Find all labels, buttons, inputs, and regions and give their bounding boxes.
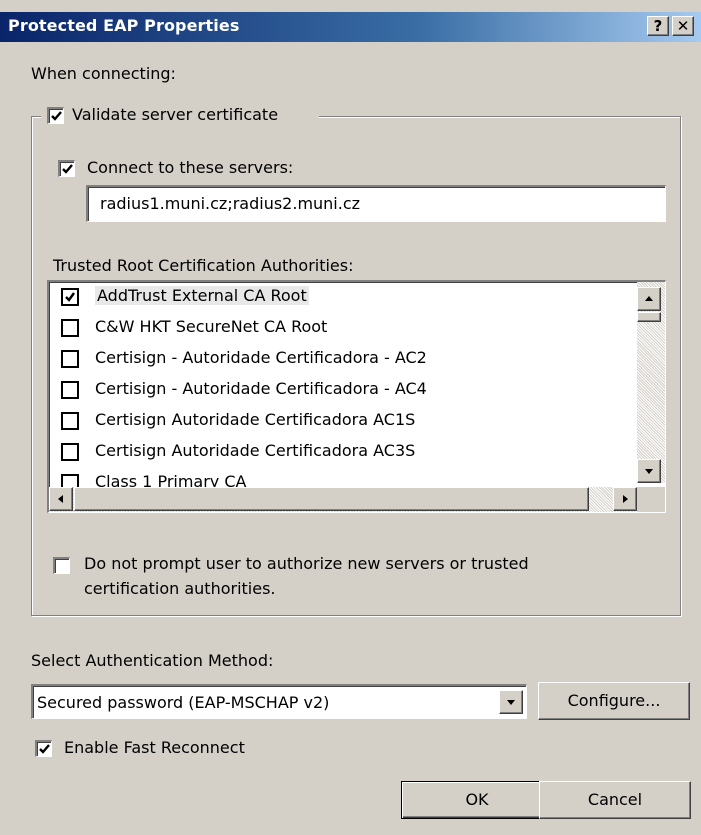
- ca-checkbox[interactable]: [61, 443, 79, 461]
- do-not-prompt-label-line1[interactable]: Do not prompt user to authorize new serv…: [84, 554, 529, 573]
- scroll-down-button[interactable]: [637, 459, 661, 483]
- arrow-up-icon: [645, 296, 653, 301]
- ca-label: AddTrust External CA Root: [95, 286, 309, 305]
- do-not-prompt-label-line2[interactable]: certification authorities.: [84, 579, 276, 598]
- fast-reconnect-checkbox[interactable]: [35, 740, 52, 757]
- configure-button[interactable]: Configure...: [538, 682, 690, 720]
- checkmark-icon: [51, 111, 62, 121]
- protected-eap-properties-dialog: Protected EAP Properties ? ✕ When connec…: [0, 0, 701, 835]
- auth-method-value: Secured password (EAP-MSCHAP v2): [37, 693, 330, 712]
- arrow-down-icon: [645, 469, 653, 474]
- scroll-thumb-horizontal[interactable]: [74, 487, 589, 511]
- scroll-thumb-vertical[interactable]: [637, 312, 661, 322]
- close-icon: ✕: [676, 17, 690, 35]
- checkmark-icon: [39, 744, 50, 754]
- validate-server-certificate-checkbox[interactable]: [47, 107, 64, 124]
- close-button[interactable]: ✕: [672, 16, 694, 36]
- trusted-root-label: Trusted Root Certification Authorities:: [53, 256, 354, 275]
- ca-checkbox[interactable]: [61, 381, 79, 399]
- auth-method-label: Select Authentication Method:: [31, 651, 274, 670]
- ca-checkbox[interactable]: [61, 350, 79, 368]
- ca-checkbox[interactable]: [61, 319, 79, 337]
- arrow-left-icon: [58, 495, 63, 503]
- dropdown-button[interactable]: [499, 690, 523, 714]
- scroll-left-button[interactable]: [49, 487, 73, 511]
- ca-label: Certisign Autoridade Certificadora AC1S: [95, 410, 416, 429]
- servers-input[interactable]: radius1.muni.cz;radius2.muni.cz: [86, 185, 666, 222]
- auth-method-select[interactable]: Secured password (EAP-MSCHAP v2): [31, 684, 527, 719]
- trusted-root-ca-list[interactable]: AddTrust External CA Root C&W HKT Secure…: [47, 280, 666, 513]
- help-icon: ?: [653, 17, 663, 35]
- connect-to-servers-label[interactable]: Connect to these servers:: [87, 158, 293, 177]
- chevron-down-icon: [507, 700, 515, 705]
- ok-button[interactable]: OK: [401, 781, 553, 819]
- ca-label: Certisign - Autoridade Certificadora - A…: [95, 379, 427, 398]
- connect-to-servers-checkbox[interactable]: [58, 160, 75, 177]
- ca-checkbox[interactable]: [61, 288, 79, 306]
- ca-checkbox[interactable]: [61, 412, 79, 430]
- do-not-prompt-checkbox[interactable]: [53, 557, 70, 574]
- checkmark-icon: [65, 292, 75, 302]
- arrow-right-icon: [623, 495, 628, 503]
- servers-input-value: radius1.muni.cz;radius2.muni.cz: [100, 194, 361, 213]
- cancel-button-label: Cancel: [587, 790, 643, 809]
- help-button[interactable]: ?: [647, 16, 669, 36]
- when-connecting-label: When connecting:: [31, 64, 176, 83]
- scroll-up-button[interactable]: [637, 287, 661, 311]
- fast-reconnect-label[interactable]: Enable Fast Reconnect: [64, 738, 245, 757]
- ok-button-label: OK: [465, 790, 489, 809]
- validate-server-certificate-label[interactable]: Validate server certificate: [72, 105, 278, 124]
- cancel-button[interactable]: Cancel: [539, 781, 691, 819]
- ca-label: C&W HKT SecureNet CA Root: [95, 317, 328, 336]
- ca-label: Certisign Autoridade Certificadora AC3S: [95, 441, 416, 460]
- scroll-corner: [637, 487, 665, 512]
- checkmark-icon: [62, 164, 73, 174]
- ca-label: Certisign - Autoridade Certificadora - A…: [95, 348, 427, 367]
- scroll-right-button[interactable]: [613, 487, 637, 511]
- title-bar[interactable]: Protected EAP Properties ? ✕: [0, 12, 701, 42]
- dialog-title: Protected EAP Properties: [8, 16, 240, 35]
- configure-button-label: Configure...: [567, 691, 661, 710]
